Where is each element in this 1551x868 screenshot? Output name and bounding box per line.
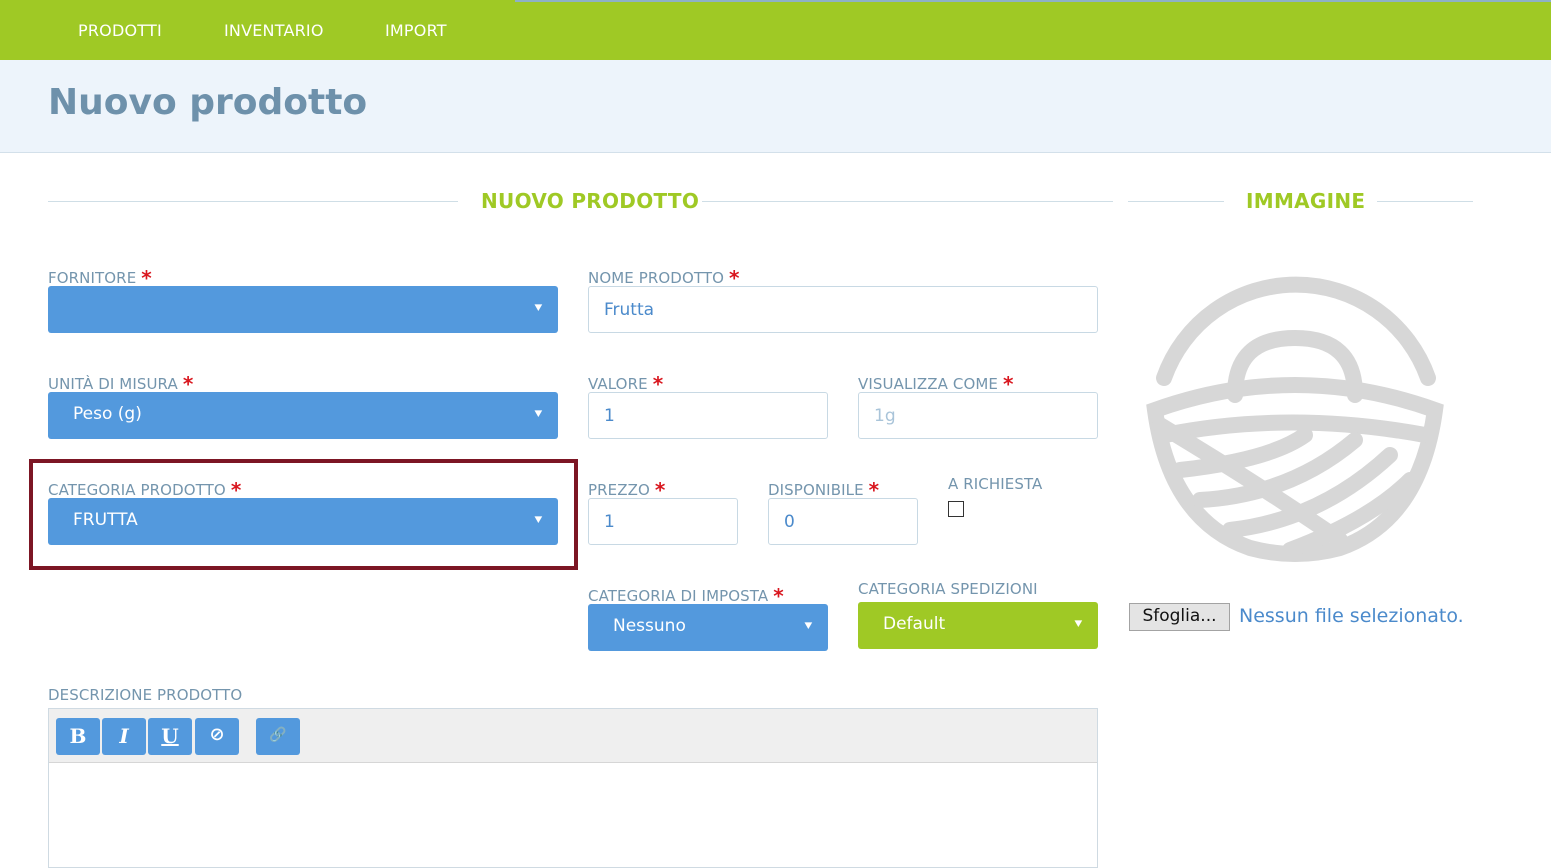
unita-misura-select[interactable]: Peso (g) ⯆ — [48, 392, 558, 439]
categoria-imposta-value: Nessuno — [613, 616, 686, 636]
section-divider-middle — [702, 201, 1113, 202]
top-navigation: PRODOTTI INVENTARIO IMPORT — [0, 0, 1551, 60]
disponibile-input[interactable]: 0 — [768, 498, 918, 545]
prezzo-input[interactable]: 1 — [588, 498, 738, 545]
dropdown-arrow-icon: ⯆ — [802, 619, 814, 635]
underline-icon: U — [161, 724, 179, 748]
file-status-text: Nessun file selezionato. — [1239, 605, 1464, 627]
basket-placeholder-icon — [1146, 276, 1444, 562]
clear-format-icon: ⊘ — [209, 724, 225, 745]
unita-misura-label: UNITÀ DI MISURA * — [48, 372, 194, 396]
categoria-imposta-label: CATEGORIA DI IMPOSTA * — [588, 584, 784, 608]
page-title: Nuovo prodotto — [48, 82, 368, 123]
valore-label: VALORE * — [588, 372, 664, 396]
italic-button[interactable]: I — [102, 718, 146, 755]
descrizione-label: DESCRIZIONE PRODOTTO — [48, 686, 243, 704]
categoria-spedizioni-select[interactable]: Default ⯆ — [858, 602, 1098, 649]
valore-input[interactable]: 1 — [588, 392, 828, 439]
browse-file-button[interactable]: Sfoglia... — [1129, 603, 1230, 631]
visualizza-come-input[interactable]: 1g — [858, 392, 1098, 439]
fornitore-label: FORNITORE * — [48, 266, 152, 290]
nome-prodotto-input[interactable]: Frutta — [588, 286, 1098, 333]
bold-icon: B — [69, 724, 87, 748]
visualizza-come-label: VISUALIZZA COME * — [858, 372, 1014, 396]
dropdown-arrow-icon: ⯆ — [532, 407, 544, 423]
italic-icon: I — [119, 724, 129, 748]
categoria-spedizioni-label: CATEGORIA SPEDIZIONI — [858, 580, 1038, 598]
underline-button[interactable]: U — [148, 718, 192, 755]
nav-top-divider — [515, 0, 1551, 2]
clear-format-button[interactable]: ⊘ — [195, 718, 239, 755]
a-richiesta-checkbox[interactable] — [948, 501, 964, 517]
nav-item-import[interactable]: IMPORT — [385, 21, 447, 40]
categoria-prodotto-value: FRUTTA — [73, 510, 138, 530]
categoria-prodotto-label: CATEGORIA PRODOTTO * — [48, 478, 242, 502]
section-title-image: IMMAGINE — [1246, 189, 1366, 213]
section-divider-image-left — [1128, 201, 1224, 202]
unita-misura-value: Peso (g) — [73, 404, 142, 424]
page-header: Nuovo prodotto — [0, 60, 1551, 153]
dropdown-arrow-icon: ⯆ — [532, 301, 544, 317]
disponibile-label: DISPONIBILE * — [768, 478, 880, 502]
link-button[interactable]: 🔗 — [256, 718, 300, 755]
categoria-prodotto-select[interactable]: FRUTTA ⯆ — [48, 498, 558, 545]
link-icon: 🔗 — [269, 727, 287, 743]
prezzo-label: PREZZO * — [588, 478, 666, 502]
nome-prodotto-label: NOME PRODOTTO * — [588, 266, 740, 290]
fornitore-select[interactable]: ⯆ — [48, 286, 558, 333]
section-title-product: NUOVO PRODOTTO — [481, 189, 700, 213]
nav-item-prodotti[interactable]: PRODOTTI — [78, 21, 162, 40]
nav-item-inventario[interactable]: INVENTARIO — [224, 21, 324, 40]
categoria-spedizioni-value: Default — [883, 614, 946, 634]
editor-toolbar: B I U ⊘ 🔗 — [49, 709, 1097, 763]
dropdown-arrow-icon: ⯆ — [532, 513, 544, 529]
categoria-imposta-select[interactable]: Nessuno ⯆ — [588, 604, 828, 651]
bold-button[interactable]: B — [56, 718, 100, 755]
section-divider-image-right — [1377, 201, 1473, 202]
a-richiesta-label: A RICHIESTA — [948, 475, 1043, 493]
description-editor: B I U ⊘ 🔗 — [48, 708, 1098, 868]
section-divider-left — [48, 201, 458, 202]
dropdown-arrow-icon: ⯆ — [1072, 617, 1084, 633]
